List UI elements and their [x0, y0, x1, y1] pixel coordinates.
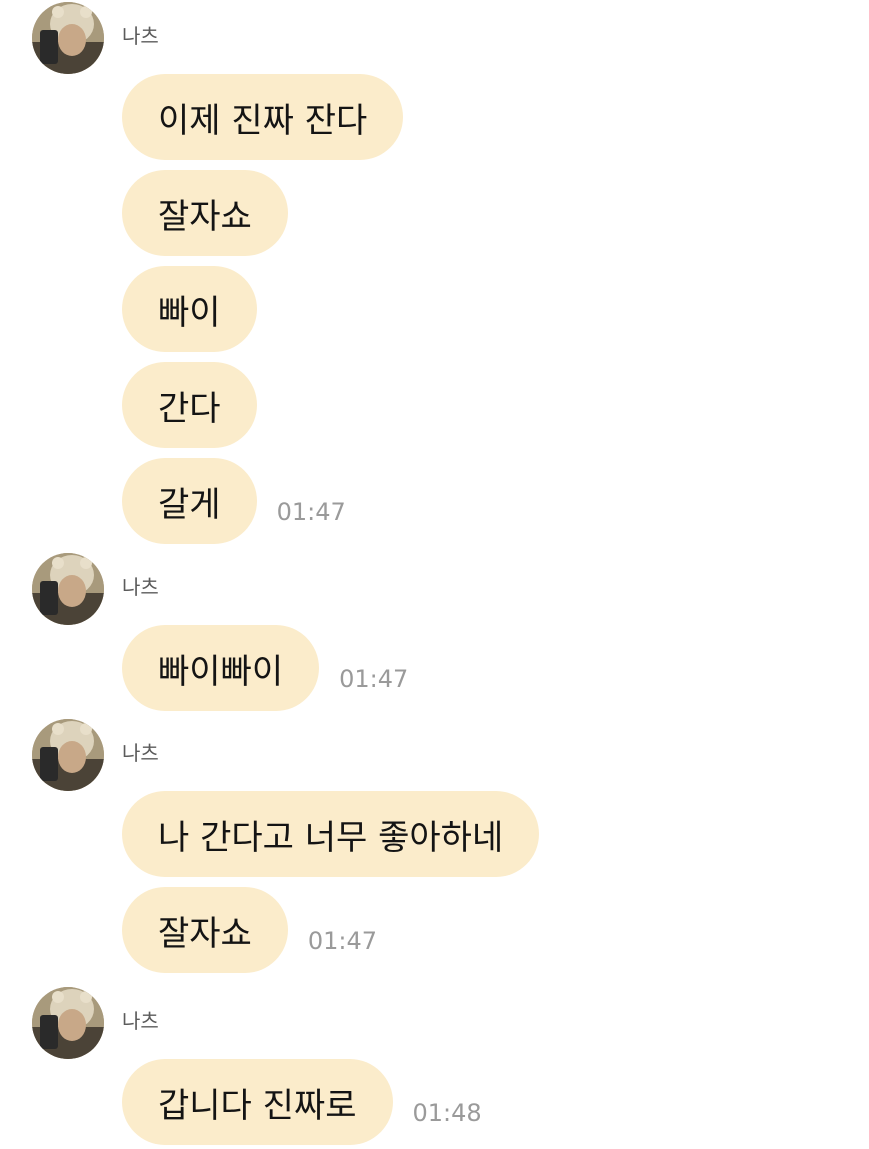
sender-name: 나츠 [122, 741, 159, 765]
message-stack: 나 간다고 너무 좋아하네 잘자쇼 01:47 [122, 791, 540, 973]
avatar-icon[interactable] [32, 553, 104, 625]
message-bubble[interactable]: 이제 진짜 잔다 [122, 74, 404, 160]
message-bubble[interactable]: 나 간다고 너무 좋아하네 [122, 791, 540, 877]
avatar-icon[interactable] [32, 719, 104, 791]
message-stack: 갑니다 진짜로 01:48 [122, 1059, 482, 1145]
message-stack: 빠이빠이 01:47 [122, 625, 408, 711]
message-row: 빠이 [122, 266, 403, 352]
message-row: 갑니다 진짜로 01:48 [122, 1059, 482, 1145]
message-timestamp: 01:47 [276, 498, 346, 526]
sender-name: 나츠 [122, 575, 159, 599]
sender-name: 나츠 [122, 24, 159, 48]
message-timestamp: 01:47 [307, 927, 378, 955]
message-bubble[interactable]: 잘자쇼 [122, 170, 288, 256]
message-row: 잘자쇼 [122, 170, 403, 256]
message-row: 이제 진짜 잔다 [122, 74, 404, 160]
message-bubble[interactable]: 잘자쇼 [122, 887, 288, 973]
message-row: 간다 [122, 362, 403, 448]
avatar-icon[interactable] [32, 2, 104, 74]
message-row: 빠이빠이 01:47 [122, 625, 408, 711]
sender-name: 나츠 [122, 1009, 159, 1033]
message-timestamp: 01:47 [339, 665, 409, 693]
message-row: 갈게 01:47 [122, 458, 403, 544]
message-bubble[interactable]: 간다 [122, 362, 257, 448]
message-bubble[interactable]: 빠이빠이 [122, 625, 320, 711]
message-bubble[interactable]: 갈게 [122, 458, 257, 544]
message-timestamp: 01:48 [412, 1099, 482, 1127]
message-stack: 이제 진짜 잔다 잘자쇼 빠이 간다 갈게 01:47 [122, 74, 404, 544]
message-bubble[interactable]: 갑니다 진짜로 [122, 1059, 393, 1145]
message-row: 나 간다고 너무 좋아하네 [122, 791, 540, 877]
avatar-icon[interactable] [32, 987, 104, 1059]
message-bubble[interactable]: 빠이 [122, 266, 257, 352]
chat-message-list: 나츠 이제 진짜 잔다 잘자쇼 빠이 간다 갈게 01:47 나츠 빠이빠이 0… [0, 0, 869, 1149]
message-row: 잘자쇼 01:47 [122, 887, 539, 973]
